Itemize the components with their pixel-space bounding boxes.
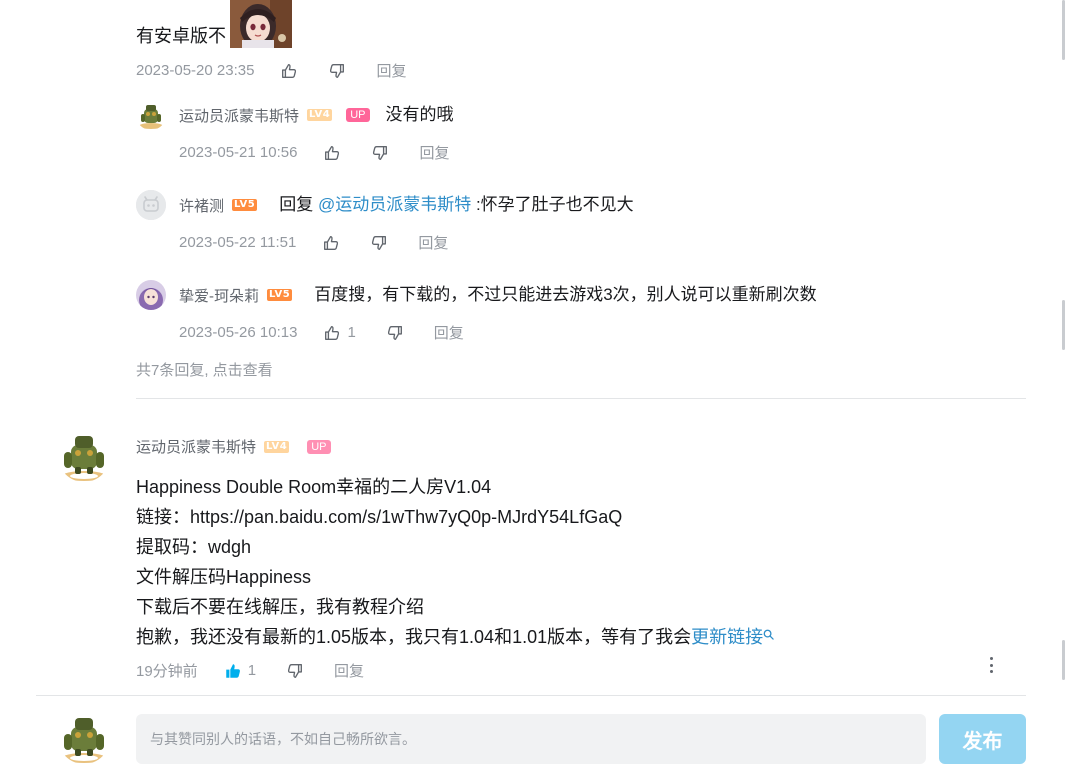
avatar[interactable] xyxy=(136,100,166,130)
dislike-button[interactable] xyxy=(286,662,304,680)
timestamp: 2023-05-22 11:51 xyxy=(179,234,297,251)
avatar[interactable] xyxy=(136,190,166,220)
thumbs-down-icon xyxy=(372,235,387,250)
timestamp: 2023-05-20 23:35 xyxy=(136,62,255,79)
timestamp: 19分钟前 xyxy=(136,663,198,680)
comment-line: 提取码：wdgh xyxy=(136,537,252,557)
comment-line: 下载后不要在线解压，我有教程介绍 xyxy=(136,597,424,617)
like-button[interactable] xyxy=(322,234,340,252)
thumbs-down-icon xyxy=(287,663,303,678)
dislike-button[interactable] xyxy=(371,144,389,162)
username[interactable]: 运动员派蒙韦斯特 xyxy=(179,105,299,126)
username[interactable]: 运动员派蒙韦斯特 xyxy=(136,436,256,457)
anime-girl-sticker xyxy=(230,0,292,48)
level-badge: LV4 xyxy=(307,109,333,121)
reply-meta: 2023-05-21 10:56 回复 xyxy=(179,142,449,163)
thumbs-down-icon xyxy=(330,63,345,78)
sub-reply: 挚爱-珂朵莉 LV5 百度搜，有下载的，不过只能进去游戏3次，别人说可以重新刷次… xyxy=(136,280,1016,350)
comment-input-placeholder: 与其赞同别人的话语，不如自己畅所欲言。 xyxy=(150,731,416,747)
mention-link[interactable]: @运动员派蒙韦斯特 xyxy=(318,195,471,214)
like-button[interactable]: 1 xyxy=(323,324,356,342)
current-user-avatar xyxy=(58,712,110,764)
comment-line: 链接：https://pan.baidu.com/s/1wThw7yQ0p-MJ… xyxy=(136,507,623,527)
comment-line: 文件解压码Happiness xyxy=(136,567,312,587)
level-badge: LV5 xyxy=(232,199,258,211)
reply-button[interactable]: 回复 xyxy=(419,142,449,163)
reply-meta: 2023-05-22 11:51 回复 xyxy=(179,232,448,253)
username[interactable]: 挚爱-珂朵莉 xyxy=(179,285,259,306)
divider xyxy=(136,398,1026,399)
timestamp: 2023-05-26 10:13 xyxy=(179,324,298,341)
thumbs-up-icon xyxy=(282,63,297,78)
like-button[interactable] xyxy=(323,144,341,162)
like-count: 1 xyxy=(247,662,257,679)
reply-body: :怀孕了肚子也不见大 xyxy=(471,195,634,214)
dislike-button[interactable] xyxy=(328,62,346,80)
root-comment-meta: 2023-05-20 23:35 回复 xyxy=(136,60,406,81)
reply-content: 回复 @运动员派蒙韦斯特 :怀孕了肚子也不见大 xyxy=(279,193,633,217)
search-icon xyxy=(763,629,774,640)
reply-button[interactable]: 回复 xyxy=(418,232,448,253)
sub-reply: 许褚测 LV5 回复 @运动员派蒙韦斯特 :怀孕了肚子也不见大 2023-05-… xyxy=(136,190,1016,260)
up-badge: UP xyxy=(346,108,370,122)
timestamp: 2023-05-21 10:56 xyxy=(179,144,298,161)
root-comment-text: 有安卓版不 xyxy=(136,26,226,46)
reply-header: 运动员派蒙韦斯特 LV4 UP 没有的哦 xyxy=(179,103,454,127)
thumbs-up-filled-icon xyxy=(225,663,240,678)
reply-content: 百度搜，有下载的，不过只能进去游戏3次，别人说可以重新刷次数 xyxy=(314,285,817,304)
thumbs-down-icon xyxy=(387,325,402,340)
reply-button[interactable]: 回复 xyxy=(434,322,464,343)
reply-content: 没有的哦 xyxy=(385,105,454,124)
sub-reply: 运动员派蒙韦斯特 LV4 UP 没有的哦 2023-05-21 10:56 回复 xyxy=(136,100,1016,170)
comment-body: Happiness Double Room幸福的二人房V1.04 链接：http… xyxy=(136,472,996,652)
thumbs-up-icon xyxy=(325,145,340,160)
thumbs-up-icon xyxy=(324,235,339,250)
more-options-icon[interactable] xyxy=(986,657,996,673)
like-count: 1 xyxy=(347,324,356,341)
reply-button[interactable]: 回复 xyxy=(334,660,364,681)
reply-prefix: 回复 xyxy=(279,195,318,214)
reply-header: 许褚测 LV5 回复 @运动员派蒙韦斯特 :怀孕了肚子也不见大 xyxy=(179,193,634,217)
like-button[interactable]: 1 xyxy=(224,662,256,680)
dislike-button[interactable] xyxy=(386,324,404,342)
avatar[interactable] xyxy=(136,280,166,310)
view-more-replies-link[interactable]: 共7条回复, 点击查看 xyxy=(136,359,273,380)
comment-line-text: 抱歉，我还没有最新的1.05版本，我只有1.04和1.01版本，等有了我会 xyxy=(136,627,692,647)
like-button[interactable] xyxy=(280,62,298,80)
thumbs-up-icon xyxy=(325,325,340,340)
thumbs-down-icon xyxy=(373,145,388,160)
level-badge: LV5 xyxy=(267,289,293,301)
reply-button[interactable]: 回复 xyxy=(376,60,406,81)
search-keyword-link[interactable]: 更新链接 xyxy=(691,627,763,647)
divider xyxy=(36,695,1026,696)
comment-header: 运动员派蒙韦斯特 LV4 UP xyxy=(136,436,331,457)
level-badge: LV4 xyxy=(264,440,290,453)
comment-line: Happiness Double Room幸福的二人房V1.04 xyxy=(136,477,492,497)
reply-header: 挚爱-珂朵莉 LV5 百度搜，有下载的，不过只能进去游戏3次，别人说可以重新刷次… xyxy=(179,283,817,307)
comment-meta: 19分钟前 1 回复 xyxy=(136,660,364,681)
send-button[interactable]: 发布 xyxy=(939,714,1026,764)
username[interactable]: 许褚测 xyxy=(179,195,224,216)
comment-input[interactable]: 与其赞同别人的话语，不如自己畅所欲言。 xyxy=(136,714,926,764)
comment-line: 抱歉，我还没有最新的1.05版本，我只有1.04和1.01版本，等有了我会更新链… xyxy=(136,622,996,652)
dislike-button[interactable] xyxy=(370,234,388,252)
avatar[interactable] xyxy=(58,430,110,482)
reply-meta: 2023-05-26 10:13 1 回复 xyxy=(179,322,464,343)
up-badge: UP xyxy=(307,439,331,454)
